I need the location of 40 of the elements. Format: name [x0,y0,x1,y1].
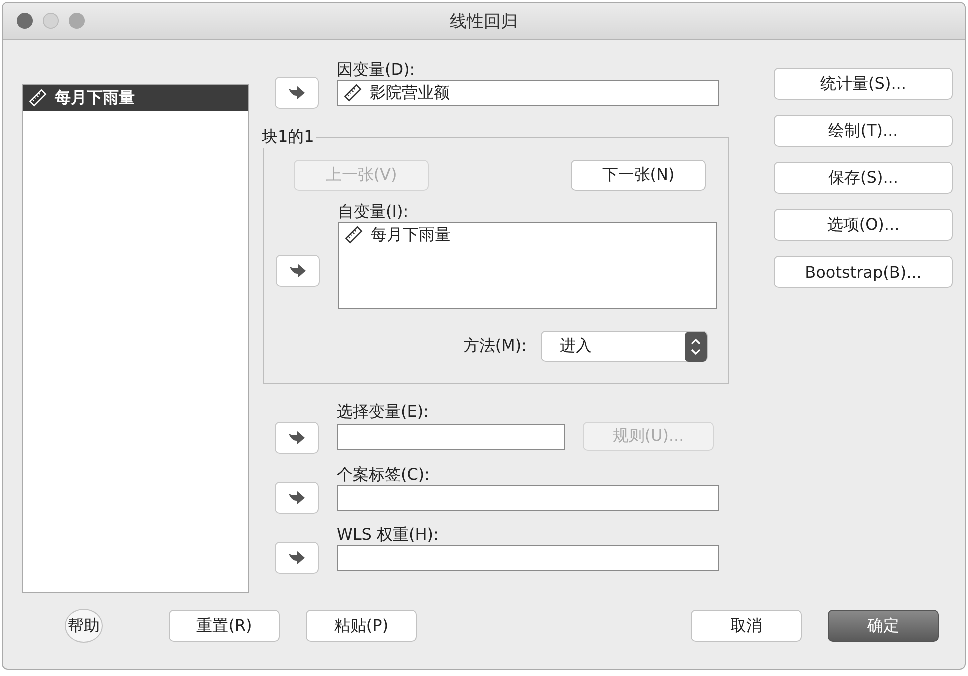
list-item[interactable]: 每月下雨量 [23,85,248,111]
method-dropdown[interactable]: 进入 [541,331,708,362]
variable-list-field[interactable]: 每月下雨量 [338,222,717,309]
field-label: WLS 权重(H): [337,525,440,545]
dialog-button[interactable]: 统计量(S)... [774,68,953,100]
arrow-icon [287,550,307,566]
window-title: 线性回归 [450,10,518,32]
dialog-button[interactable]: Bootstrap(B)... [774,256,953,288]
arrow-icon [287,490,307,506]
field-label: 自变量(I): [338,202,410,222]
field-label: 方法(M): [463,336,527,357]
variable-name: 影院营业额 [370,82,450,104]
close-button[interactable] [17,13,33,29]
move-arrow-button[interactable] [275,542,319,574]
variable-field[interactable] [337,424,565,450]
group-title: 块1的1 [261,127,316,148]
arrow-icon [288,262,308,278]
move-arrow-button[interactable] [275,422,319,454]
field-label: 选择变量(E): [337,402,430,422]
stepper-icon [685,332,707,362]
dialog-button[interactable]: 保存(S)... [774,162,953,194]
dialog-button[interactable]: 选项(O)... [774,209,953,241]
footer-button[interactable]: 取消 [691,610,802,642]
move-arrow-button[interactable] [275,482,319,514]
arrow-icon [287,430,307,446]
footer-button[interactable]: 粘贴(P) [306,610,417,642]
next-button[interactable]: 下一张(N) [571,160,706,191]
variable-field[interactable] [337,485,719,511]
field-label: 因变量(D): [337,60,416,80]
field-label: 个案标签(C): [337,465,432,485]
move-arrow-button[interactable] [276,254,320,286]
dialog-button[interactable]: 绘制(T)... [774,115,953,147]
variable-name: 每月下雨量 [371,224,451,246]
variable-field[interactable]: 影院营业额 [337,80,719,106]
arrow-icon [287,85,307,101]
move-arrow-button[interactable] [275,77,319,109]
footer-button[interactable]: 确定 [828,610,939,642]
variable-field[interactable] [337,545,719,571]
help-button[interactable]: 帮助 [65,609,103,643]
footer-button[interactable]: 重置(R) [169,610,280,642]
